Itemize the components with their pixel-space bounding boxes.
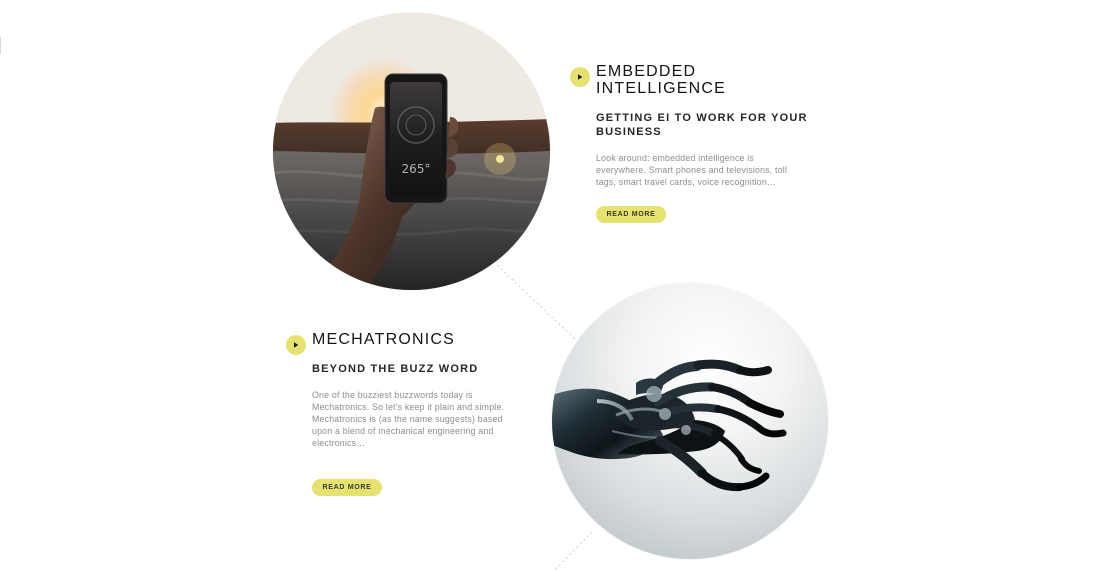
embedded-intelligence-description: Look around: embedded intelligence is ev… — [596, 153, 788, 187]
mechatronics-section: MECHATRONICS BEYOND THE BUZZ WORD One of… — [286, 331, 526, 496]
dotted-connector — [496, 264, 593, 570]
robotic-hand-image — [552, 283, 828, 559]
robotic-hand-illustration — [552, 359, 787, 492]
embedded-intelligence-section: EMBEDDED INTELLIGENCE GETTING EI TO WORK… — [570, 63, 810, 223]
page-edge-marker — [0, 37, 1, 54]
mechatronics-read-more-button[interactable]: READ MORE — [312, 479, 382, 496]
mechatronics-heading-row: MECHATRONICS — [286, 331, 526, 355]
mechatronics-subtitle: BEYOND THE BUZZ WORD — [312, 363, 479, 375]
mechatronics-description: One of the buzziest buzzwords today is M… — [312, 390, 505, 448]
play-icon — [570, 67, 590, 87]
embedded-intelligence-heading-row: EMBEDDED INTELLIGENCE — [570, 63, 810, 97]
embedded-intelligence-read-more-button[interactable]: READ MORE — [596, 206, 666, 223]
embedded-intelligence-subtitle: GETTING EI TO WORK FOR YOUR BUSINESS — [596, 112, 808, 138]
smartphone-sunset-image: 265° — [273, 13, 550, 290]
embedded-intelligence-title: EMBEDDED INTELLIGENCE — [596, 63, 726, 97]
content-page: 265° EMBEDDED INTELLIGENCE GETTING EI TO… — [0, 0, 1099, 570]
svg-text:265°: 265° — [402, 162, 431, 176]
mechatronics-title: MECHATRONICS — [312, 331, 455, 348]
smartphone-hand-illustration: 265° — [273, 13, 550, 290]
play-icon — [286, 335, 306, 355]
